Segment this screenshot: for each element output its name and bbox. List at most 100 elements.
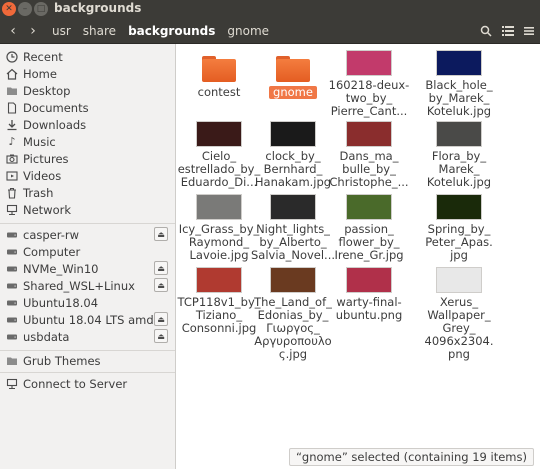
file-name-line: Koteluk.jpg	[426, 175, 492, 189]
eject-button[interactable]: ⏏	[154, 278, 168, 292]
image-file-item[interactable]: passion_ flower_by_ Irene_Gr.jpg	[327, 194, 411, 262]
file-name: Xerus_ Wallpaper_ Grey_ 4096x2304. png	[417, 296, 501, 361]
sidebar-item-label: casper-rw	[23, 227, 80, 242]
sidebar-item-casper-rw[interactable]: casper-rw ⏏	[0, 226, 176, 243]
sidebar-item-label: Recent	[23, 49, 63, 64]
sidebar-item-network[interactable]: Network	[0, 201, 176, 218]
image-thumbnail	[346, 50, 392, 76]
home-icon	[5, 67, 19, 81]
file-name: clock_by_ Bernhard_ Hanakam.jpg	[251, 150, 335, 189]
image-file-item[interactable]: warty-final-ubuntu.png	[327, 267, 411, 322]
folder-item[interactable]: gnome	[251, 50, 335, 99]
breadcrumb-usr[interactable]: usr	[46, 21, 77, 41]
sidebar-item-shared-wsl-linux[interactable]: Shared_WSL+Linux ⏏	[0, 277, 176, 294]
breadcrumb-share[interactable]: share	[77, 21, 122, 41]
file-name: gnome	[251, 86, 335, 99]
eject-button[interactable]: ⏏	[154, 329, 168, 343]
file-name-line: contest	[197, 85, 241, 99]
sidebar-item-documents[interactable]: Documents	[0, 99, 176, 116]
list-view-button[interactable]	[500, 23, 516, 39]
sidebar-item-desktop[interactable]: Desktop	[0, 82, 176, 99]
file-name: Spring_by_ Peter_Apas. jpg	[417, 223, 501, 262]
network-icon	[5, 377, 19, 391]
folder-icon	[5, 354, 19, 368]
close-window-button[interactable]: ✕	[2, 2, 16, 16]
sidebar-divider	[0, 223, 175, 224]
image-file-item[interactable]: Black_hole_ by_Marek_ Koteluk.jpg	[417, 50, 501, 118]
eject-button[interactable]: ⏏	[154, 227, 168, 241]
trash-icon	[5, 186, 19, 200]
file-name-line: Consonni.jpg	[181, 321, 257, 335]
image-file-item[interactable]: Icy_Grass_by_ Raymond_ Lavoie.jpg	[177, 194, 261, 262]
image-thumbnail	[346, 121, 392, 147]
drive-icon	[5, 296, 19, 310]
sidebar-item-music[interactable]: ♪ Music	[0, 133, 176, 150]
document-icon	[5, 101, 19, 115]
chevron-left-icon: ‹	[10, 23, 16, 39]
sidebar-item-label: Pictures	[23, 151, 69, 166]
folder-item[interactable]: contest	[177, 50, 261, 99]
title-bar: ✕ – □ backgrounds	[0, 0, 540, 18]
image-file-item[interactable]: 160218-deux-two_by_ Pierre_Cant...	[327, 50, 411, 118]
image-file-item[interactable]: clock_by_ Bernhard_ Hanakam.jpg	[251, 121, 335, 189]
image-thumbnail	[270, 121, 316, 147]
image-file-item[interactable]: Xerus_ Wallpaper_ Grey_ 4096x2304. png	[417, 267, 501, 361]
eject-button[interactable]: ⏏	[154, 312, 168, 326]
image-thumbnail	[346, 267, 392, 293]
forward-button[interactable]: ›	[24, 22, 42, 40]
image-file-item[interactable]: The_Land_of_ Edonias_by_ Γιωργος_ Αργυροπου…	[251, 267, 335, 361]
drive-icon	[5, 262, 19, 276]
sidebar-item-computer[interactable]: Computer	[0, 243, 176, 260]
eject-button[interactable]: ⏏	[154, 261, 168, 275]
sidebar-item-ubuntu-lts-amd64[interactable]: Ubuntu 18.04 LTS amd64 ⏏	[0, 311, 176, 328]
file-name: Black_hole_ by_Marek_ Koteluk.jpg	[417, 79, 501, 118]
image-thumbnail	[196, 267, 242, 293]
folder-icon	[5, 84, 19, 98]
sidebar-item-label: Ubuntu18.04	[23, 295, 99, 310]
file-name: Flora_by_ Marek_ Koteluk.jpg	[417, 150, 501, 189]
file-name: 160218-deux-two_by_ Pierre_Cant...	[327, 79, 411, 118]
breadcrumb-gnome[interactable]: gnome	[221, 21, 275, 41]
selected-file-name: gnome	[269, 86, 317, 99]
sidebar-item-recent[interactable]: Recent	[0, 48, 176, 65]
file-name-line: Eduardo_Di...	[180, 175, 258, 189]
file-name: passion_ flower_by_ Irene_Gr.jpg	[327, 223, 411, 262]
file-view: contest gnome 160218-deux-two_by_ Pierre_Ca…	[177, 44, 540, 469]
sidebar-item-downloads[interactable]: Downloads	[0, 116, 176, 133]
sidebar-item-home[interactable]: Home	[0, 65, 176, 82]
file-name-line: jpg	[450, 248, 468, 262]
sidebar-item-label: Network	[23, 202, 72, 217]
menu-button[interactable]	[521, 23, 537, 39]
sidebar-item-label: Videos	[23, 168, 62, 183]
image-file-item[interactable]: Flora_by_ Marek_ Koteluk.jpg	[417, 121, 501, 189]
sidebar-item-nvme-win10[interactable]: NVMe_Win10 ⏏	[0, 260, 176, 277]
back-button[interactable]: ‹	[4, 22, 22, 40]
sidebar-item-connect-to-server[interactable]: Connect to Server	[0, 375, 176, 392]
file-name: warty-final-ubuntu.png	[327, 296, 411, 322]
file-name: Dans_ma_ bulle_by_ Christophe_...	[327, 150, 411, 189]
drive-icon	[5, 228, 19, 242]
camera-icon	[5, 152, 19, 166]
video-icon	[5, 169, 19, 183]
image-file-item[interactable]: TCP118v1_by_ Tiziano_ Consonni.jpg	[177, 267, 261, 335]
image-file-item[interactable]: Spring_by_ Peter_Apas. jpg	[417, 194, 501, 262]
sidebar-item-videos[interactable]: Videos	[0, 167, 176, 184]
sidebar-item-usbdata[interactable]: usbdata ⏏	[0, 328, 176, 345]
sidebar-item-trash[interactable]: Trash	[0, 184, 176, 201]
sidebar-item-pictures[interactable]: Pictures	[0, 150, 176, 167]
sidebar-item-ubuntu1804[interactable]: Ubuntu18.04	[0, 294, 176, 311]
minimize-window-button[interactable]: –	[18, 2, 32, 16]
search-button[interactable]	[478, 23, 494, 39]
image-file-item[interactable]: Cielo_ estrellado_by_ Eduardo_Di...	[177, 121, 261, 189]
sidebar-item-grub-themes[interactable]: Grub Themes	[0, 352, 176, 369]
sidebar-item-label: Downloads	[23, 117, 87, 132]
image-thumbnail	[436, 267, 482, 293]
maximize-window-button[interactable]: □	[34, 2, 48, 16]
file-name: The_Land_of_ Edonias_by_ Γιωργος_ Αργυροπου…	[251, 296, 335, 361]
drive-icon	[5, 245, 19, 259]
image-file-item[interactable]: Night_lights_ by_Alberto_ Salvia_Novel...	[251, 194, 335, 262]
breadcrumb-backgrounds[interactable]: backgrounds	[122, 21, 221, 41]
image-file-item[interactable]: Dans_ma_ bulle_by_ Christophe_...	[327, 121, 411, 189]
sidebar-item-label: Home	[23, 66, 57, 81]
file-name-line: Christophe_...	[329, 175, 409, 189]
